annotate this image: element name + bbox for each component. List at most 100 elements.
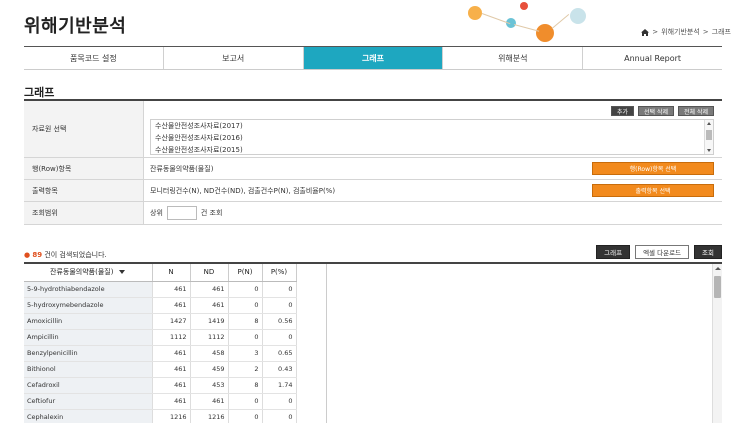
- cell-pn: 0: [228, 281, 263, 298]
- table-row[interactable]: Bithionol 461 459 2 0.43: [24, 361, 297, 378]
- cell-n: 461: [152, 361, 191, 378]
- cell-ppct: 0: [262, 393, 297, 410]
- cell-nd: 1419: [190, 313, 229, 330]
- decoration-circle: [468, 6, 482, 20]
- cell-substance: Cefadroxil: [24, 377, 153, 394]
- table-row[interactable]: Amoxicillin 1427 1419 8 0.56: [24, 313, 297, 330]
- grid-scrollbar[interactable]: [712, 264, 722, 423]
- rows-label: 행(Row)항목: [24, 158, 144, 179]
- decoration-line: [481, 13, 511, 25]
- table-header-row: 잔류동물의약품(물질) N ND P(N) P(%): [24, 264, 297, 282]
- excel-download-button[interactable]: 엑셀 다운로드: [635, 245, 690, 259]
- result-buttons: 그래프 엑셀 다운로드 조회: [596, 245, 722, 259]
- chart-area: [326, 264, 712, 423]
- tab-report[interactable]: 보고서: [163, 47, 304, 69]
- cell-pn: 0: [228, 297, 263, 314]
- tab-item-code[interactable]: 품목코드 설정: [24, 47, 164, 69]
- decoration-circle: [520, 2, 528, 10]
- delete-all-button[interactable]: 전체 삭제: [678, 106, 714, 116]
- column-header-pn[interactable]: P(N): [228, 264, 263, 282]
- scroll-up-icon[interactable]: [707, 122, 711, 125]
- table-body: 5-9-hydrothiabendazole 461 461 0 0 5-hyd…: [24, 281, 297, 423]
- select-rows-button[interactable]: 행(Row)항목 선택: [592, 162, 714, 175]
- scroll-thumb[interactable]: [706, 130, 712, 140]
- section-title: 그래프: [24, 86, 55, 99]
- dropdown-arrow-icon[interactable]: [119, 270, 126, 275]
- cell-n: 1112: [152, 329, 191, 346]
- cell-pn: 0: [228, 393, 263, 410]
- count-value: 상위 건 조회: [144, 202, 722, 224]
- scroll-thumb[interactable]: [714, 276, 721, 298]
- cell-pn: 2: [228, 361, 263, 378]
- source-list-item[interactable]: 수산물안전성조사자료(2016): [151, 132, 713, 144]
- column-header-nd[interactable]: ND: [190, 264, 229, 282]
- count-prefix: 상위: [150, 209, 163, 217]
- page: 위해기반분석 > 위해기반분석 > 그래프 품목코드 설정 보고서 그래프 위해…: [0, 0, 753, 423]
- cell-substance: Cephalexin: [24, 409, 153, 423]
- cell-substance: Benzylpenicillin: [24, 345, 153, 362]
- cell-nd: 453: [190, 377, 229, 394]
- table-row[interactable]: Cefadroxil 461 453 8 1.74: [24, 377, 297, 394]
- cell-nd: 458: [190, 345, 229, 362]
- cell-ppct: 0: [262, 409, 297, 423]
- results-bullet: ●: [24, 251, 31, 259]
- tab-annual-report[interactable]: Annual Report: [583, 47, 722, 69]
- cell-pn: 8: [228, 377, 263, 394]
- delete-selected-button[interactable]: 선택 삭제: [638, 106, 674, 116]
- table-row[interactable]: Benzylpenicillin 461 458 3 0.65: [24, 345, 297, 362]
- breadcrumb-item-current: 그래프: [711, 28, 731, 36]
- form-row-rows: 행(Row)항목 잔류동물의약품(물질) 행(Row)항목 선택: [24, 158, 722, 180]
- search-button[interactable]: 조회: [694, 245, 722, 259]
- count-field-group: 상위 건 조회: [150, 206, 222, 220]
- cell-ppct: 0: [262, 297, 297, 314]
- cell-nd: 461: [190, 297, 229, 314]
- tab-risk-analysis[interactable]: 위해분석: [443, 47, 584, 69]
- breadcrumb: > 위해기반분석 > 그래프: [641, 27, 731, 37]
- cell-ppct: 0.56: [262, 313, 297, 330]
- table-row[interactable]: 5-hydroxymebendazole 461 461 0 0: [24, 297, 297, 314]
- decoration-line: [513, 24, 540, 32]
- table-row[interactable]: 5-9-hydrothiabendazole 461 461 0 0: [24, 281, 297, 298]
- count-input[interactable]: [166, 206, 197, 220]
- cell-ppct: 0: [262, 329, 297, 346]
- graph-button[interactable]: 그래프: [596, 245, 631, 259]
- rows-selected-value: 잔류동물의약품(물질): [150, 164, 214, 173]
- column-header-substance[interactable]: 잔류동물의약품(물질): [24, 264, 153, 282]
- cell-nd: 1112: [190, 329, 229, 346]
- source-list-item[interactable]: 수산물안전성조사자료(2017): [151, 120, 713, 132]
- add-source-button[interactable]: 추가: [610, 106, 634, 116]
- source-list-item[interactable]: 수산물안전성조사자료(2015): [151, 144, 713, 154]
- table-row[interactable]: Cephalexin 1216 1216 0 0: [24, 409, 297, 423]
- tab-graph[interactable]: 그래프: [303, 47, 444, 69]
- filter-form: 자료원 선택 추가 선택 삭제 전체 삭제 수산물안전성조사자료(2017) 수…: [24, 101, 722, 225]
- cell-nd: 461: [190, 393, 229, 410]
- form-row-output: 출력항목 모니터링건수(N), ND건수(ND), 검출건수P(N), 검출비율…: [24, 180, 722, 202]
- output-selected-value: 모니터링건수(N), ND건수(ND), 검출건수P(N), 검출비율P(%): [150, 186, 336, 195]
- source-scrollbar[interactable]: [704, 120, 713, 154]
- column-header-n[interactable]: N: [152, 264, 191, 282]
- breadcrumb-separator: >: [702, 28, 709, 36]
- scroll-up-icon[interactable]: [715, 267, 721, 270]
- app-title: 위해기반분석: [24, 16, 127, 37]
- select-output-button[interactable]: 출력항목 선택: [592, 184, 714, 197]
- form-row-source: 자료원 선택 추가 선택 삭제 전체 삭제 수산물안전성조사자료(2017) 수…: [24, 101, 722, 158]
- results-count: ● 89 건이 검색되었습니다.: [24, 250, 107, 260]
- table-row[interactable]: Ampicillin 1112 1112 0 0: [24, 329, 297, 346]
- cell-nd: 461: [190, 281, 229, 298]
- form-row-count: 조회범위 상위 건 조회: [24, 202, 722, 225]
- home-icon[interactable]: [641, 28, 650, 36]
- results-grid: 잔류동물의약품(물질) N ND P(N) P(%) 5-9-hydrothia…: [24, 262, 722, 423]
- column-header-ppct[interactable]: P(%): [262, 264, 297, 282]
- cell-n: 461: [152, 345, 191, 362]
- table-row[interactable]: Ceftiofur 461 461 0 0: [24, 393, 297, 410]
- cell-ppct: 0.65: [262, 345, 297, 362]
- scroll-down-icon[interactable]: [707, 149, 711, 152]
- cell-pn: 0: [228, 329, 263, 346]
- cell-substance: 5-hydroxymebendazole: [24, 297, 153, 314]
- breadcrumb-item[interactable]: 위해기반분석: [661, 27, 700, 37]
- source-listbox[interactable]: 수산물안전성조사자료(2017) 수산물안전성조사자료(2016) 수산물안전성…: [150, 119, 714, 155]
- cell-nd: 1216: [190, 409, 229, 423]
- rows-value: 잔류동물의약품(물질) 행(Row)항목 선택: [144, 158, 722, 179]
- cell-nd: 459: [190, 361, 229, 378]
- main-tabs: 품목코드 설정 보고서 그래프 위해분석 Annual Report: [24, 46, 722, 70]
